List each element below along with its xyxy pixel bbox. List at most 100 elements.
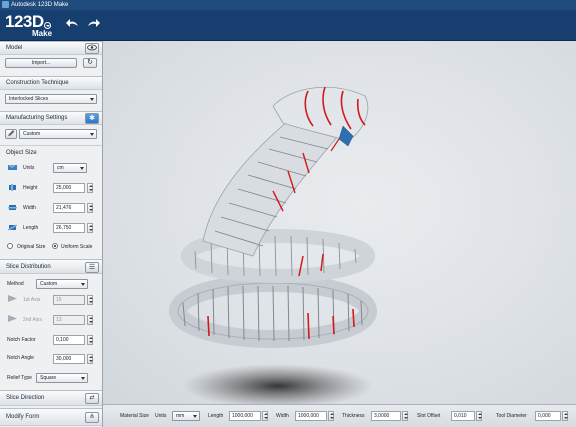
- tool-diameter-input[interactable]: 0,000: [535, 411, 561, 421]
- modify-form-title: Modify Form: [6, 414, 40, 420]
- method-value: Custom: [40, 281, 58, 287]
- construction-section-header: Construction Technique: [0, 76, 102, 90]
- manufacturing-section-title: Manufacturing Settings: [6, 115, 68, 121]
- material-units-value: mm: [176, 413, 185, 419]
- width-label: Width: [23, 205, 36, 211]
- original-size-label: Original Size: [17, 244, 46, 250]
- model-section-header[interactable]: Model: [0, 41, 102, 55]
- length-label: Length: [23, 225, 39, 231]
- axis1-stepper[interactable]: [87, 295, 93, 305]
- app-icon: [2, 0, 9, 8]
- eye-glyph: [87, 44, 97, 51]
- model-lower-coil: [169, 274, 377, 348]
- notch-angle-stepper[interactable]: [87, 354, 93, 364]
- tool-diameter-label: Tool Diameter: [496, 413, 527, 419]
- tool-diameter-stepper[interactable]: [562, 411, 568, 421]
- original-size-radio[interactable]: [7, 243, 13, 249]
- material-length-input[interactable]: 1000,000: [229, 411, 261, 421]
- material-thickness-stepper[interactable]: [402, 411, 408, 421]
- axis1-input[interactable]: 15: [53, 295, 85, 305]
- material-bar: Material Size Units mm Length 1000,000 W…: [103, 404, 576, 427]
- undo-arrow-icon: [66, 19, 78, 27]
- app-menu-chevron-icon[interactable]: [44, 22, 51, 29]
- material-size-label: Material Size: [120, 413, 149, 419]
- manufacturing-preset-select[interactable]: Custom: [19, 129, 97, 139]
- axis2-input[interactable]: 13: [53, 315, 85, 325]
- window-title-bar: Autodesk 123D Make: [0, 0, 576, 10]
- height-stepper[interactable]: [87, 183, 93, 193]
- relief-type-select[interactable]: Square: [36, 373, 88, 383]
- slot-offset-stepper[interactable]: [476, 411, 482, 421]
- construction-technique-select[interactable]: Interlocked Slices: [5, 94, 97, 104]
- redo-arrow-icon: [88, 19, 100, 27]
- slice-direction-title: Slice Direction: [6, 395, 45, 401]
- uniform-scale-radio[interactable]: [52, 243, 58, 249]
- app-logo: 123D: [5, 12, 44, 31]
- notch-factor-input[interactable]: 0,100: [53, 335, 85, 345]
- width-stepper[interactable]: [87, 203, 93, 213]
- slot-offset-label: Slot Offset: [417, 413, 441, 419]
- chevron-down-icon: [90, 133, 94, 136]
- notch-factor-label: Notch Factor: [7, 337, 36, 343]
- construction-section-title: Construction Technique: [6, 80, 69, 86]
- undo-button[interactable]: [66, 19, 79, 28]
- height-input[interactable]: 25,000: [53, 183, 85, 193]
- notch-factor-stepper[interactable]: [87, 335, 93, 345]
- slice-direction-icon[interactable]: ⇄: [85, 393, 99, 404]
- object-size-title: Object Size: [6, 150, 37, 156]
- modify-form-icon[interactable]: ⋔: [85, 412, 99, 423]
- slice-list-icon[interactable]: ☰: [85, 262, 99, 273]
- model-shadow: [183, 364, 373, 404]
- notch-angle-input[interactable]: 30,000: [53, 354, 85, 364]
- material-width-stepper[interactable]: [328, 411, 334, 421]
- app-header: 123D Make: [0, 10, 576, 41]
- window-title: Autodesk 123D Make: [11, 2, 69, 8]
- method-select[interactable]: Custom: [36, 279, 88, 289]
- material-thickness-label: Thickness: [342, 413, 365, 419]
- 3d-viewport[interactable]: [103, 41, 576, 404]
- redo-button[interactable]: [87, 19, 100, 28]
- modify-form-section-header[interactable]: Modify Form ⋔: [0, 408, 102, 426]
- material-units-select[interactable]: mm: [172, 411, 200, 421]
- length-input[interactable]: 26,750: [53, 223, 85, 233]
- width-input[interactable]: 21,476: [53, 203, 85, 213]
- chevron-down-icon: [81, 283, 85, 286]
- notch-angle-label: Notch Angle: [7, 355, 34, 361]
- material-thickness-input[interactable]: 3,0000: [371, 411, 401, 421]
- height-cube-icon: [9, 184, 16, 191]
- width-cube-icon: [8, 205, 17, 210]
- eye-icon[interactable]: [85, 43, 99, 54]
- axis-arrow-icon: [8, 315, 17, 322]
- material-units-label: Units: [155, 413, 167, 419]
- units-select[interactable]: cm: [53, 163, 87, 173]
- slice-distribution-section-header: Slice Distribution ☰: [0, 259, 102, 274]
- material-width-label: Width: [276, 413, 289, 419]
- axis2-stepper[interactable]: [87, 315, 93, 325]
- pencil-glyph: [8, 130, 15, 136]
- chevron-down-icon: [90, 98, 94, 101]
- pencil-icon[interactable]: [5, 129, 17, 139]
- material-length-label: Length: [208, 413, 224, 419]
- length-stepper[interactable]: [87, 223, 93, 233]
- model-section-title: Model: [6, 45, 23, 51]
- refresh-icon[interactable]: ↻: [83, 58, 97, 68]
- manufacturing-section-header: Manufacturing Settings ✱: [0, 111, 102, 125]
- sliced-model-render: [169, 86, 377, 404]
- axis2-label: 2nd Axis: [23, 317, 42, 323]
- import-button[interactable]: Import...: [5, 58, 77, 68]
- slice-distribution-title: Slice Distribution: [6, 264, 51, 270]
- construction-technique-value: Interlocked Slices: [9, 96, 49, 102]
- slot-offset-input[interactable]: 0,010: [451, 411, 475, 421]
- material-length-stepper[interactable]: [262, 411, 268, 421]
- app-logo-subtitle: Make: [32, 29, 53, 38]
- units-ruler-icon: [8, 165, 17, 170]
- slice-direction-section-header[interactable]: Slice Direction ⇄: [0, 390, 102, 406]
- units-label: Units: [23, 165, 35, 171]
- axis1-label: 1st Axis: [23, 297, 41, 303]
- material-width-input[interactable]: 1000,000: [295, 411, 327, 421]
- gear-icon[interactable]: ✱: [85, 113, 99, 124]
- settings-sidebar: Model Import... ↻ Construction Technique…: [0, 41, 103, 427]
- axis-arrow-icon: [8, 295, 17, 302]
- chevron-down-icon: [193, 415, 197, 418]
- uniform-scale-label: Uniform Scale: [61, 244, 93, 250]
